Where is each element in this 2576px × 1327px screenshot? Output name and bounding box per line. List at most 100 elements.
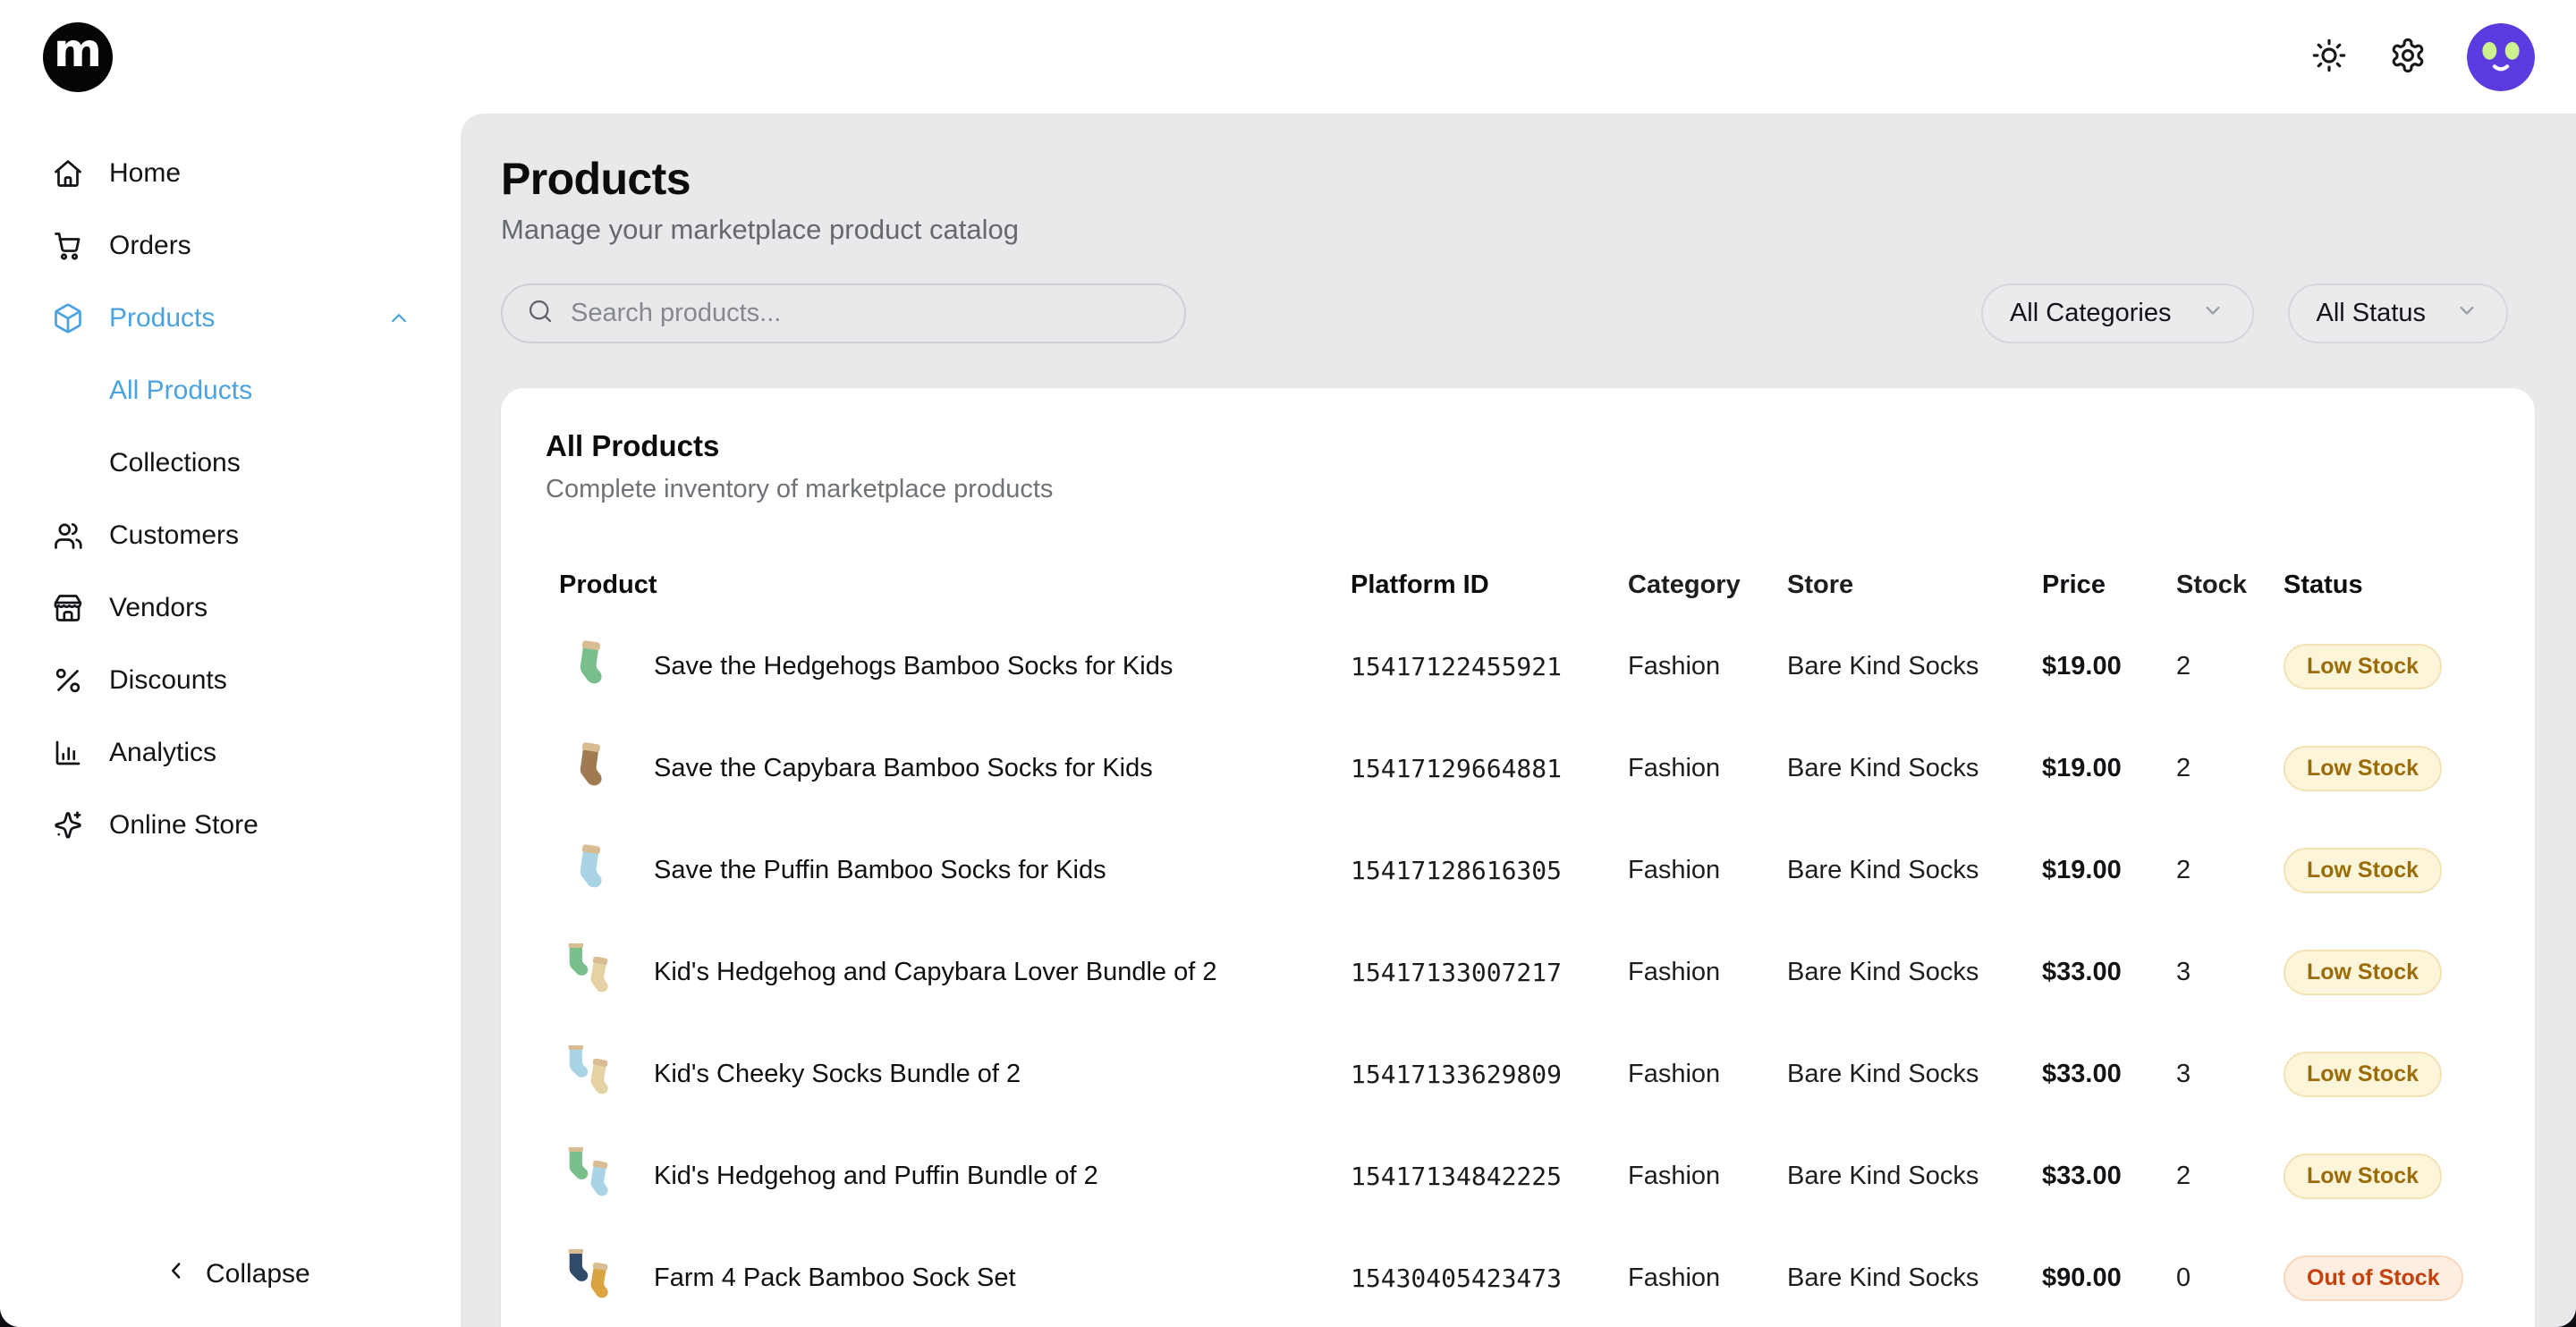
table-body: Save the Hedgehogs Bamboo Socks for Kids… bbox=[546, 615, 2490, 1327]
collapse-label: Collapse bbox=[206, 1259, 310, 1289]
category-cell: Fashion bbox=[1628, 1060, 1787, 1089]
store-cell: Bare Kind Socks bbox=[1787, 958, 2042, 987]
sidebar-item-online-store[interactable]: Online Store bbox=[0, 789, 461, 861]
table-row[interactable]: Save the Puffin Bamboo Socks for Kids 15… bbox=[546, 819, 2490, 921]
chevron-up-icon bbox=[386, 305, 412, 332]
cart-icon bbox=[52, 230, 84, 262]
category-cell: Fashion bbox=[1628, 1162, 1787, 1191]
percent-icon bbox=[52, 664, 84, 697]
status-badge: Low Stock bbox=[2284, 746, 2442, 791]
table-row[interactable]: Save the Hedgehogs Bamboo Socks for Kids… bbox=[546, 615, 2490, 717]
category-cell: Fashion bbox=[1628, 856, 1787, 885]
table-row[interactable]: Kid's Hedgehog and Capybara Lover Bundle… bbox=[546, 921, 2490, 1023]
store-cell: Bare Kind Socks bbox=[1787, 1264, 2042, 1293]
platform-id-cell: 15417129664881 bbox=[1351, 754, 1628, 783]
status-badge: Out of Stock bbox=[2284, 1255, 2463, 1301]
sidebar-item-discounts[interactable]: Discounts bbox=[0, 644, 461, 716]
price-cell: $19.00 bbox=[2042, 652, 2176, 681]
price-cell: $19.00 bbox=[2042, 754, 2176, 783]
platform-id-cell: 15417133007217 bbox=[1351, 958, 1628, 987]
product-thumbnail bbox=[559, 638, 616, 695]
product-thumbnail bbox=[559, 1249, 616, 1306]
platform-id-cell: 15417134842225 bbox=[1351, 1162, 1628, 1191]
avatar-face-icon bbox=[2467, 80, 2535, 91]
page-subtitle: Manage your marketplace product catalog bbox=[501, 214, 2535, 246]
sidebar: Home Orders Products All Products Collec… bbox=[0, 114, 461, 1327]
platform-id-cell: 15430405423473 bbox=[1351, 1264, 1628, 1293]
store-cell: Bare Kind Socks bbox=[1787, 1060, 2042, 1089]
category-cell: Fashion bbox=[1628, 754, 1787, 783]
user-avatar[interactable] bbox=[2467, 23, 2535, 91]
sidebar-item-collections[interactable]: Collections bbox=[0, 427, 461, 499]
topbar: m bbox=[0, 0, 2576, 114]
home-icon bbox=[52, 157, 84, 190]
stock-cell: 0 bbox=[2176, 1264, 2284, 1293]
sparkles-icon bbox=[52, 809, 84, 841]
card-subtitle: Complete inventory of marketplace produc… bbox=[546, 475, 2490, 504]
sidebar-item-home[interactable]: Home bbox=[0, 137, 461, 209]
table-row[interactable]: Kid's Cheeky Socks Bundle of 2 154171336… bbox=[546, 1023, 2490, 1125]
category-cell: Fashion bbox=[1628, 652, 1787, 681]
product-name: Save the Hedgehogs Bamboo Socks for Kids bbox=[654, 652, 1173, 681]
table-header: ProductPlatform IDCategoryStorePriceStoc… bbox=[546, 554, 2490, 615]
store-cell: Bare Kind Socks bbox=[1787, 856, 2042, 885]
product-thumbnail bbox=[559, 1147, 616, 1204]
sidebar-item-orders[interactable]: Orders bbox=[0, 209, 461, 282]
stock-cell: 2 bbox=[2176, 1162, 2284, 1191]
product-name: Farm 4 Pack Bamboo Sock Set bbox=[654, 1264, 1016, 1293]
status-filter-dropdown[interactable]: All Status bbox=[2288, 283, 2509, 343]
stock-cell: 2 bbox=[2176, 652, 2284, 681]
table-row[interactable]: Farm 4 Pack Bamboo Sock Set 154304054234… bbox=[546, 1227, 2490, 1327]
settings-button[interactable] bbox=[2388, 38, 2428, 77]
gear-icon bbox=[2389, 37, 2427, 77]
chart-icon bbox=[52, 737, 84, 769]
product-name: Kid's Hedgehog and Puffin Bundle of 2 bbox=[654, 1162, 1098, 1191]
page-title: Products bbox=[501, 153, 2535, 205]
category-cell: Fashion bbox=[1628, 1264, 1787, 1293]
filters-row: All Categories All Status bbox=[501, 283, 2535, 343]
stock-cell: 2 bbox=[2176, 856, 2284, 885]
product-thumbnail bbox=[559, 841, 616, 899]
platform-id-cell: 15417122455921 bbox=[1351, 652, 1628, 681]
body-row: Home Orders Products All Products Collec… bbox=[0, 114, 2576, 1327]
theme-toggle-button[interactable] bbox=[2309, 38, 2349, 77]
search-icon bbox=[526, 297, 555, 330]
category-filter-value: All Categories bbox=[2010, 299, 2172, 328]
collapse-sidebar-button[interactable]: Collapse bbox=[0, 1257, 461, 1291]
platform-id-cell: 15417133629809 bbox=[1351, 1060, 1628, 1089]
category-cell: Fashion bbox=[1628, 958, 1787, 987]
platform-id-cell: 15417128616305 bbox=[1351, 856, 1628, 885]
sidebar-nav: Home Orders Products All Products Collec… bbox=[0, 137, 461, 861]
sidebar-item-all-products[interactable]: All Products bbox=[0, 354, 461, 427]
sun-icon bbox=[2310, 37, 2348, 77]
sidebar-item-analytics[interactable]: Analytics bbox=[0, 716, 461, 789]
chevron-down-icon bbox=[2200, 298, 2225, 330]
chevron-down-icon bbox=[2454, 298, 2479, 330]
column-header-stock: Stock bbox=[2176, 571, 2284, 600]
product-thumbnail bbox=[559, 943, 616, 1001]
card-title: All Products bbox=[546, 429, 2490, 463]
column-header-platform-id: Platform ID bbox=[1351, 571, 1628, 600]
price-cell: $33.00 bbox=[2042, 958, 2176, 987]
price-cell: $19.00 bbox=[2042, 856, 2176, 885]
stock-cell: 2 bbox=[2176, 754, 2284, 783]
store-cell: Bare Kind Socks bbox=[1787, 754, 2042, 783]
sidebar-item-vendors[interactable]: Vendors bbox=[0, 571, 461, 644]
table-row[interactable]: Save the Capybara Bamboo Socks for Kids … bbox=[546, 717, 2490, 819]
status-filter-value: All Status bbox=[2317, 299, 2427, 328]
product-name: Kid's Hedgehog and Capybara Lover Bundle… bbox=[654, 958, 1216, 987]
category-filter-dropdown[interactable]: All Categories bbox=[1981, 283, 2254, 343]
sidebar-item-products[interactable]: Products bbox=[0, 282, 461, 354]
column-header-status: Status bbox=[2284, 571, 2490, 600]
stock-cell: 3 bbox=[2176, 1060, 2284, 1089]
search-input[interactable] bbox=[571, 299, 1161, 328]
price-cell: $33.00 bbox=[2042, 1162, 2176, 1191]
sidebar-item-customers[interactable]: Customers bbox=[0, 499, 461, 571]
main-content: Products Manage your marketplace product… bbox=[461, 114, 2576, 1327]
store-icon bbox=[52, 592, 84, 624]
all-products-card: All Products Complete inventory of marke… bbox=[501, 388, 2535, 1327]
product-name: Kid's Cheeky Socks Bundle of 2 bbox=[654, 1060, 1021, 1089]
brand-logo[interactable]: m bbox=[43, 22, 113, 92]
table-row[interactable]: Kid's Hedgehog and Puffin Bundle of 2 15… bbox=[546, 1125, 2490, 1227]
status-badge: Low Stock bbox=[2284, 848, 2442, 893]
